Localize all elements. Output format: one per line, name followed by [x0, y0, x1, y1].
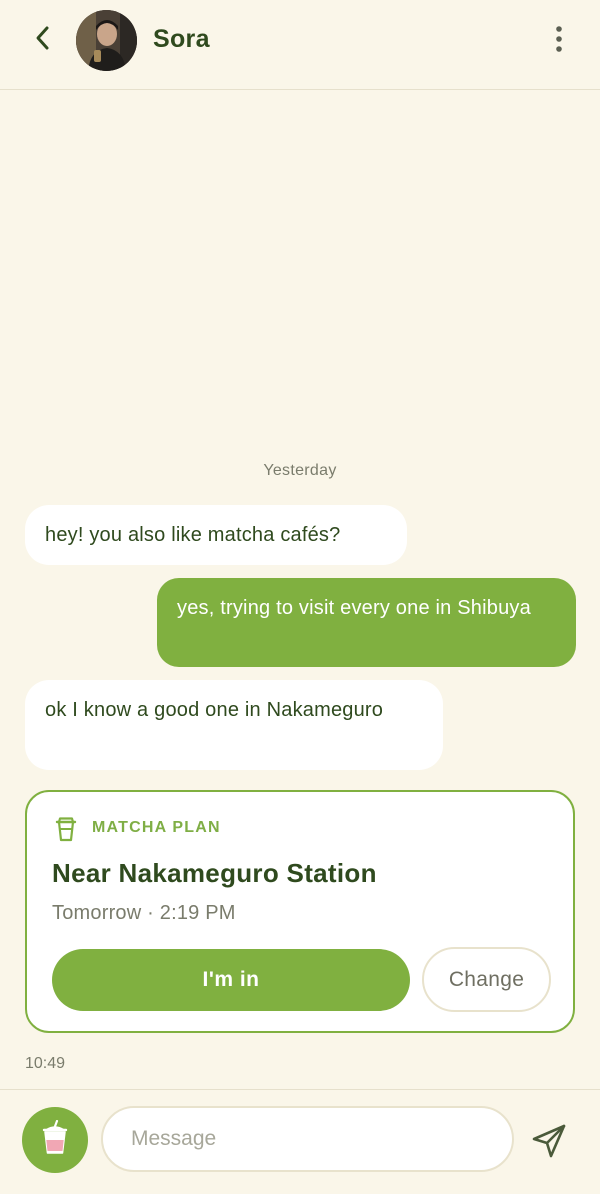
- more-vertical-icon: [555, 25, 563, 58]
- drink-button[interactable]: [22, 1107, 88, 1173]
- message-timestamp: 10:49: [25, 1055, 66, 1072]
- message-bubble-outgoing[interactable]: yes, trying to visit every one in Shibuy…: [157, 578, 576, 667]
- message-input[interactable]: [101, 1106, 514, 1172]
- change-plan-button[interactable]: Change: [422, 947, 551, 1012]
- send-button[interactable]: [530, 1124, 568, 1162]
- chat-header: Sora: [0, 0, 600, 90]
- message-bubble-incoming[interactable]: ok I know a good one in Nakameguro: [25, 680, 443, 770]
- send-icon: [531, 1123, 567, 1164]
- plan-time: Tomorrow · 2:19 PM: [52, 902, 236, 924]
- more-options-button[interactable]: [544, 24, 574, 58]
- back-button[interactable]: [26, 22, 60, 58]
- day-separator: Yesterday: [263, 462, 337, 479]
- cup-icon: [54, 816, 78, 842]
- avatar[interactable]: [76, 10, 137, 71]
- plan-tag: MATCHA PLAN: [92, 819, 221, 836]
- chevron-left-icon: [33, 25, 53, 56]
- message-composer: [0, 1089, 600, 1194]
- plan-title: Near Nakameguro Station: [52, 858, 377, 888]
- contact-name: Sora: [153, 25, 210, 53]
- chat-screen: Sora Yesterday hey! you also like matcha…: [0, 0, 600, 1194]
- message-bubble-incoming[interactable]: hey! you also like matcha cafés?: [25, 505, 407, 565]
- matcha-plan-card: MATCHA PLAN Near Nakameguro Station Tomo…: [25, 790, 575, 1033]
- accept-plan-button[interactable]: I'm in: [52, 949, 410, 1011]
- bubble-tea-icon: [40, 1119, 70, 1161]
